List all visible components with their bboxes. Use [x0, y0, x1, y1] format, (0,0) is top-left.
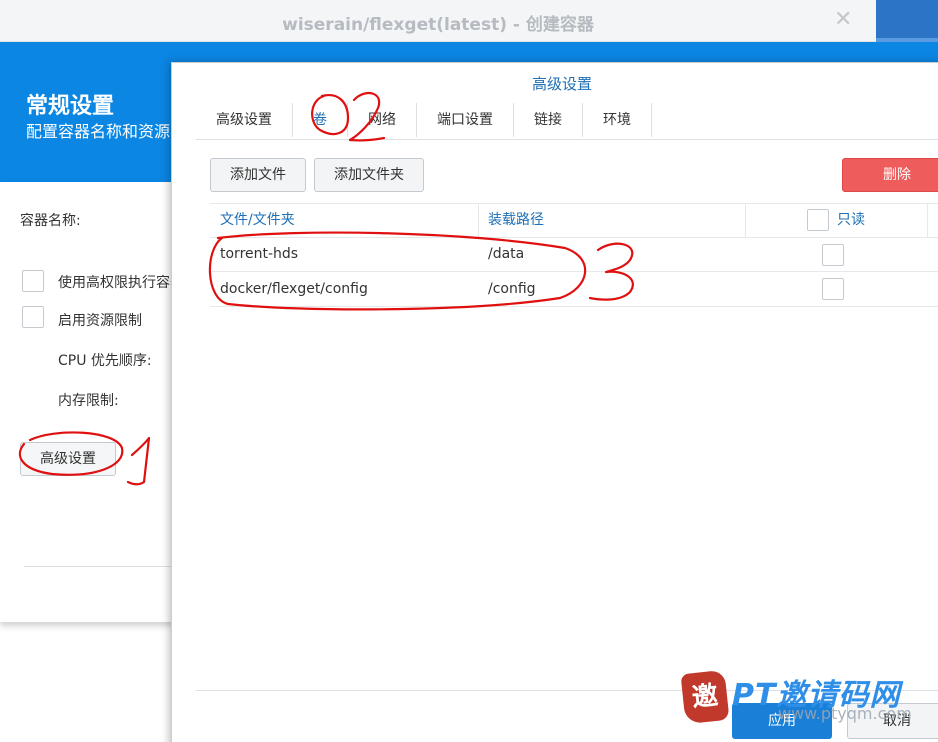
row-2-readonly-checkbox[interactable]: [822, 278, 844, 300]
header-bottom-border: [210, 237, 938, 238]
table-top-border: [210, 203, 938, 204]
table-row-divider: [210, 306, 938, 307]
memory-limit-label: 内存限制:: [58, 393, 119, 409]
row-1-mount-path[interactable]: /data: [488, 237, 524, 271]
column-header-file-folder[interactable]: 文件/文件夹: [220, 203, 295, 237]
row-1-file-folder[interactable]: torrent-hds: [220, 237, 298, 271]
tab-advanced[interactable]: 高级设置: [196, 103, 293, 137]
resource-limit-label: 启用资源限制: [58, 313, 142, 329]
resource-limit-checkbox[interactable]: [22, 306, 44, 328]
column-header-mount-path[interactable]: 装载路径: [488, 203, 544, 237]
add-folder-button[interactable]: 添加文件夹: [314, 158, 424, 192]
column-separator: [478, 203, 479, 237]
row-2-file-folder[interactable]: docker/flexget/config: [220, 272, 368, 306]
readonly-select-all-checkbox[interactable]: [807, 209, 829, 231]
window-title: wiserain/flexget(latest) - 创建容器: [282, 15, 594, 35]
column-separator: [927, 203, 928, 237]
row-2-mount-path[interactable]: /config: [488, 272, 536, 306]
tab-bar: 高级设置 卷 网络 端口设置 链接 环境: [196, 103, 652, 137]
tab-volume[interactable]: 卷: [293, 103, 348, 137]
row-1-readonly-checkbox[interactable]: [822, 244, 844, 266]
privileged-label: 使用高权限执行容器: [58, 275, 184, 291]
dialog-title: 高级设置: [531, 75, 592, 93]
add-file-button[interactable]: 添加文件: [210, 158, 306, 192]
watermark-url: www.ptyqm.com: [778, 704, 912, 723]
tab-network[interactable]: 网络: [348, 103, 417, 137]
background-window-titlebar: wiserain/flexget(latest) - 创建容器 ✕: [0, 0, 876, 42]
cpu-priority-label: CPU 优先顺序:: [58, 353, 152, 369]
column-separator: [745, 203, 746, 237]
container-name-label: 容器名称:: [20, 213, 81, 229]
tab-port-settings[interactable]: 端口设置: [417, 103, 514, 137]
close-icon[interactable]: ✕: [834, 7, 852, 32]
advanced-settings-dialog: 高级设置 高级设置 卷 网络 端口设置 链接 环境 添加文件 添加文件夹 删除 …: [171, 62, 938, 742]
advanced-settings-button[interactable]: 高级设置: [20, 442, 116, 476]
tab-divider: [196, 139, 938, 140]
wizard-step-subtitle: 配置容器名称和资源: [26, 122, 171, 141]
tab-environment[interactable]: 环境: [583, 103, 652, 137]
privileged-checkbox[interactable]: [22, 270, 44, 292]
tab-links[interactable]: 链接: [514, 103, 583, 137]
watermark-seal: 邀: [680, 669, 730, 725]
column-header-readonly: 只读: [837, 212, 865, 228]
divider: [24, 566, 174, 567]
background-app-strip: [876, 0, 938, 42]
wizard-step-title: 常规设置: [26, 94, 115, 119]
delete-button[interactable]: 删除: [842, 158, 938, 192]
screen: wiserain/flexget(latest) - 创建容器 ✕ 常规设置 配…: [0, 0, 938, 742]
